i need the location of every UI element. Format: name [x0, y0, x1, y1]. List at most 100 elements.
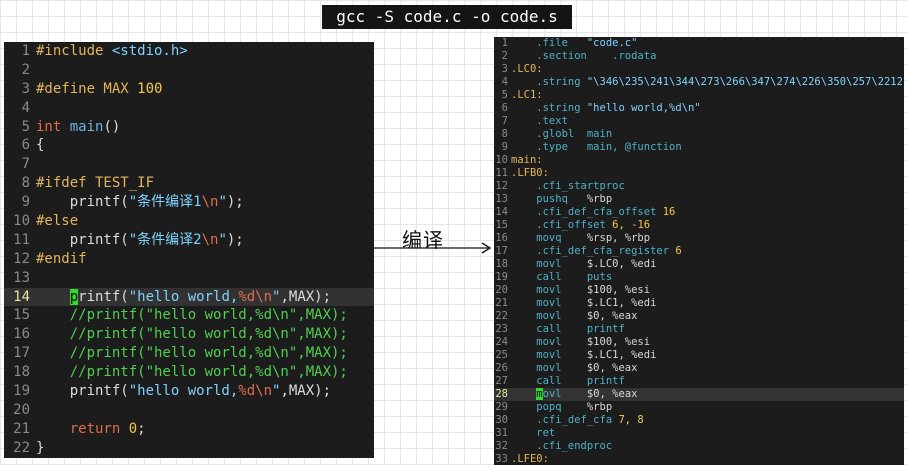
source-line[interactable]: 8 #ifdef TEST_IF [4, 174, 374, 193]
line-number: 14 [495, 206, 508, 218]
source-line[interactable]: 10 #else [4, 212, 374, 231]
source-editor[interactable]: 1 #include <stdio.h> 2 3 #define MAX 100 4 5 in… [4, 42, 374, 458]
assembly-line[interactable]: 28 movl $0, %eax [494, 388, 904, 401]
line-number: 30 [495, 414, 508, 426]
assembly-line[interactable]: 10 main: [494, 154, 904, 167]
compile-arrow-label: 编译 [402, 228, 444, 252]
line-number: 17 [495, 245, 508, 257]
source-line[interactable]: 5 int main() [4, 118, 374, 137]
code-token: " [218, 231, 227, 248]
source-line[interactable]: 21 return 0; [4, 420, 374, 439]
line-text: //printf("hello world,%d\n",MAX); [36, 306, 348, 325]
code-token: 7, 8 [618, 414, 644, 426]
source-line[interactable]: 7 [4, 155, 374, 174]
assembly-line[interactable]: 25 movl $.LC1, %edi [494, 349, 904, 362]
code-token: .type main, @function [511, 141, 682, 153]
assembly-line[interactable]: 9 .type main, @function [494, 141, 904, 154]
assembly-line[interactable]: 3 .LC0: [494, 63, 904, 76]
code-token: ret [511, 427, 556, 439]
assembly-line[interactable]: 6 .string "hello world,%d\n" [494, 102, 904, 115]
line-text: ret [511, 427, 555, 440]
code-token: .cfi_def_cfa_register [511, 245, 676, 257]
source-line[interactable]: 13 [4, 269, 374, 288]
source-line[interactable]: 4 [4, 99, 374, 118]
assembly-line[interactable]: 1 .file "code.c" [494, 37, 904, 50]
source-line[interactable]: 19 printf("hello world,%d\n",MAX); [4, 382, 374, 401]
assembly-line[interactable]: 33 .LFE0: [494, 453, 904, 465]
line-number: 1 [501, 37, 508, 49]
assembly-line[interactable]: 13 pushq %rbp [494, 193, 904, 206]
source-line[interactable]: 18 //printf("hello world,%d\n",MAX); [4, 363, 374, 382]
line-number: 5 [501, 89, 508, 101]
line-number: 27 [495, 375, 508, 387]
text-cursor: p [69, 288, 79, 305]
code-token: .section .rodata [511, 50, 657, 62]
assembly-line[interactable]: 31 ret [494, 427, 904, 440]
code-token: %d [238, 383, 256, 400]
assembly-line[interactable]: 29 popq %rbp [494, 401, 904, 414]
assembly-line[interactable]: 22 movl $0, %eax [494, 310, 904, 323]
assembly-line[interactable]: 4 .string "\346\235\241\344\273\266\347\… [494, 76, 904, 89]
assembly-line[interactable]: 15 .cfi_offset 6, -16 [494, 219, 904, 232]
source-line[interactable]: 9 printf("条件编译1\n"); [4, 193, 374, 212]
assembly-line[interactable]: 8 .globl main [494, 128, 904, 141]
assembly-line[interactable]: 24 movl $100, %esi [494, 336, 904, 349]
assembly-editor[interactable]: 1 .file "code.c" 2 .section .rodata 3 .LC0:… [494, 37, 904, 465]
code-token: .LC1: [511, 89, 543, 101]
line-number: 17 [13, 345, 30, 362]
source-line[interactable]: 22} [4, 439, 374, 458]
code-token: $.LC1, %edi [586, 297, 657, 309]
assembly-line[interactable]: 19 call puts [494, 271, 904, 284]
code-token: printf( [36, 194, 129, 211]
assembly-line[interactable]: 5 .LC1: [494, 89, 904, 102]
line-text: .LFE0: [511, 453, 549, 465]
code-token: //printf("hello world,%d\n",MAX); [36, 345, 348, 362]
assembly-line[interactable]: 23 call printf [494, 323, 904, 336]
code-token: %rbp [586, 401, 613, 413]
source-line[interactable]: 3 #define MAX 100 [4, 80, 374, 99]
assembly-line[interactable]: 2 .section .rodata [494, 50, 904, 63]
assembly-line[interactable]: 16 movq %rsp, %rbp [494, 232, 904, 245]
line-text: .file "code.c" [511, 37, 637, 50]
source-line[interactable]: 14 printf("hello world,%d\n",MAX); [4, 287, 374, 307]
source-line[interactable]: 11 printf("条件编译2\n"); [4, 231, 374, 250]
line-text: .section .rodata [511, 50, 656, 63]
line-text: printf("条件编译1\n"); [36, 193, 244, 212]
code-token: %rsp, %rbp [586, 232, 651, 244]
source-line[interactable]: 2 [4, 61, 374, 80]
code-token: .LC0: [511, 63, 543, 75]
line-number: 6 [501, 102, 508, 114]
assembly-line[interactable]: 21 movl $.LC1, %edi [494, 297, 904, 310]
line-number: 28 [495, 388, 508, 400]
line-number: 16 [13, 326, 30, 343]
assembly-line[interactable]: 12 .cfi_startproc [494, 180, 904, 193]
source-line[interactable]: 15 //printf("hello world,%d\n",MAX); [4, 306, 374, 325]
source-line[interactable]: 16 //printf("hello world,%d\n",MAX); [4, 325, 374, 344]
code-token: movl [511, 349, 587, 361]
assembly-line[interactable]: 26 movl $0, %eax [494, 362, 904, 375]
assembly-line[interactable]: 18 movl $.LC0, %edi [494, 258, 904, 271]
assembly-line[interactable]: 11 .LFB0: [494, 167, 904, 180]
assembly-line[interactable]: 17 .cfi_def_cfa_register 6 [494, 245, 904, 258]
line-text: .text [511, 115, 568, 128]
code-token: .string [511, 76, 587, 88]
line-number: 21 [13, 420, 30, 437]
line-number: 19 [495, 271, 508, 283]
code-token: } [36, 439, 45, 456]
assembly-line[interactable]: 14 .cfi_def_cfa_offset 16 [494, 206, 904, 219]
assembly-line[interactable]: 30 .cfi_def_cfa 7, 8 [494, 414, 904, 427]
assembly-line[interactable]: 27 call printf [494, 375, 904, 388]
source-line[interactable]: 1 #include <stdio.h> [4, 42, 374, 61]
line-number: 25 [495, 349, 508, 361]
assembly-line[interactable]: 7 .text [494, 115, 904, 128]
code-token: %d [238, 288, 256, 305]
code-token: { [36, 137, 45, 154]
assembly-line[interactable]: 32 .cfi_endproc [494, 440, 904, 453]
source-line[interactable]: 20 [4, 401, 374, 420]
assembly-line[interactable]: 20 movl $100, %esi [494, 284, 904, 297]
source-line[interactable]: 17 //printf("hello world,%d\n",MAX); [4, 344, 374, 363]
code-token: ); [226, 231, 244, 248]
source-line[interactable]: 6{ [4, 136, 374, 155]
line-text: .cfi_startproc [511, 180, 625, 193]
source-line[interactable]: 12 #endif [4, 250, 374, 269]
